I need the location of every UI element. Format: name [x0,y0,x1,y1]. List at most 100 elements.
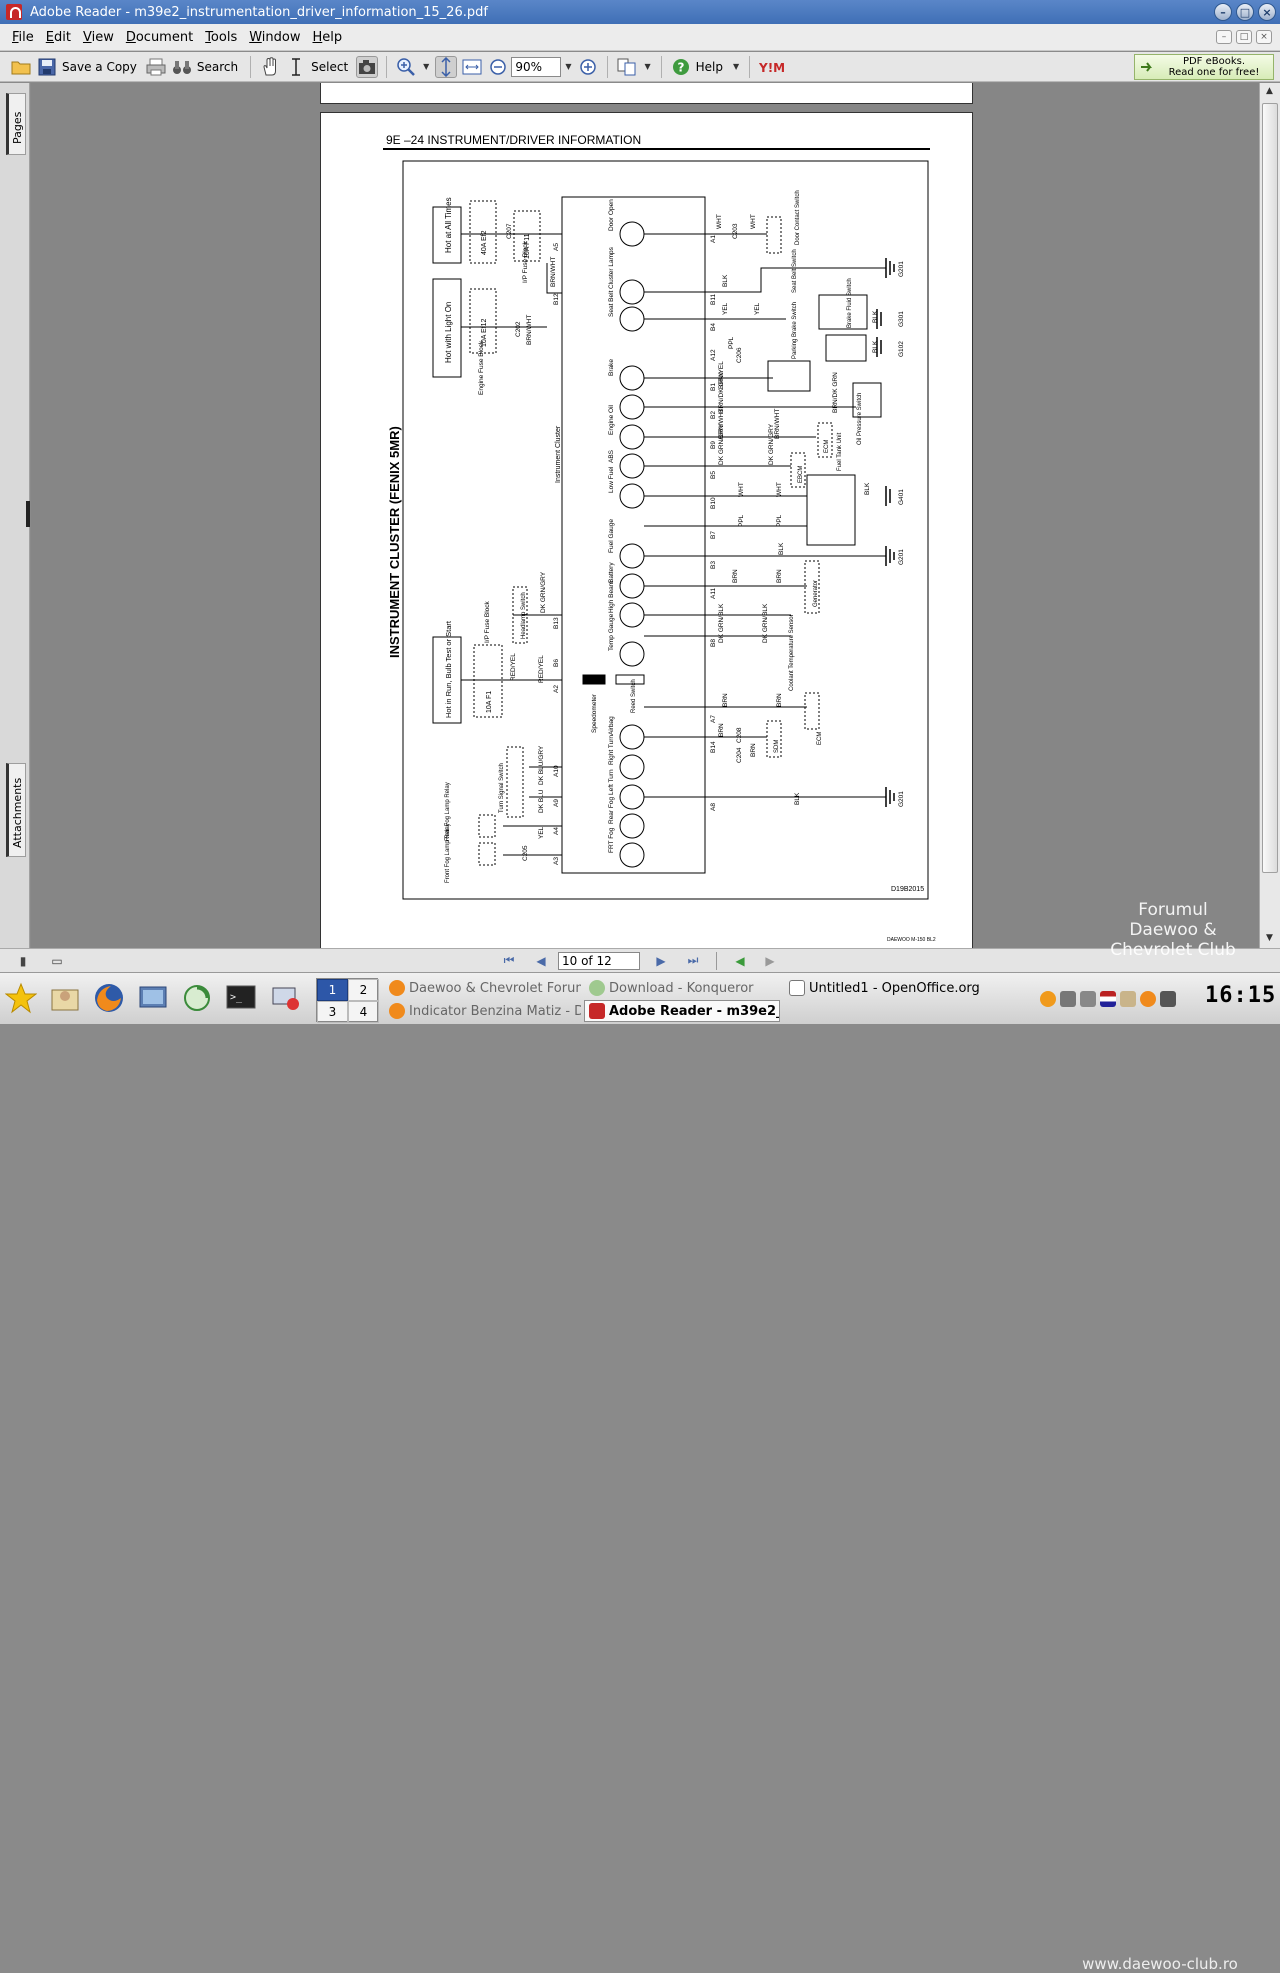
system-settings-icon[interactable] [134,979,172,1017]
doc-minimize-button[interactable]: – [1216,30,1232,44]
window-titlebar[interactable]: Adobe Reader - m39e2_instrumentation_dri… [0,0,1280,24]
select-tool-button[interactable]: Select [311,60,348,74]
scroll-up-arrow-icon[interactable]: ▲ [1260,83,1279,99]
menu-tools[interactable]: Tools [199,30,243,45]
wire-brn-wht-3: BRN/WHT [526,315,533,345]
next-page-icon[interactable]: ▶ [650,952,672,970]
snapshot-camera-icon[interactable] [356,55,379,78]
zoom-level-dropdown-icon[interactable]: ▼ [565,62,571,71]
first-page-icon[interactable]: ⏮ [498,952,520,970]
zoom-out-icon[interactable] [487,56,509,78]
fit-page-icon[interactable] [461,56,483,78]
clipboard-tray-icon[interactable] [1120,991,1136,1007]
toolbar-separator [250,55,252,78]
desktop-4[interactable]: 4 [348,1001,379,1023]
forum-watermark: Forumul Daewoo & Chevrolet Club [1098,900,1248,960]
search-button[interactable]: Search [197,60,238,74]
desktop-2[interactable]: 2 [348,979,379,1001]
keyboard-layout-flag-icon[interactable] [1100,991,1116,1007]
vertical-scrollbar[interactable]: ▲ ▼ [1259,83,1280,948]
previous-page-icon[interactable]: ◀ [530,952,552,970]
open-folder-icon[interactable] [10,56,32,78]
current-page: 9E –24 INSTRUMENT/DRIVER INFORMATION D19… [320,112,973,948]
taskbar-clock[interactable]: 16:15 [1205,983,1276,1008]
text-select-icon[interactable] [285,56,307,78]
task-openoffice[interactable]: Untitled1 - OpenOffice.org W [784,977,984,999]
zoom-in-plus-icon[interactable] [577,56,599,78]
document-viewport[interactable]: 9E –24 INSTRUMENT/DRIVER INFORMATION D19… [31,83,1259,948]
ground-g102: G102 [898,341,905,357]
volume-tray-icon[interactable] [1160,991,1176,1007]
save-icon[interactable] [36,56,58,78]
document-window-controls: – □ × [1216,30,1272,44]
firefox-icon[interactable] [90,979,128,1017]
doc-close-button[interactable]: × [1256,30,1272,44]
page-layout-dropdown-icon[interactable]: ▼ [644,62,650,71]
scroll-down-arrow-icon[interactable]: ▼ [1260,930,1279,946]
task-konqueror-download[interactable]: Download - Konqueror [584,977,780,999]
firefox-tray-icon[interactable] [1140,991,1156,1007]
go-forward-icon[interactable]: ▶ [759,952,781,970]
pin-b1: B1 [710,383,717,391]
watermark-line-2: Daewoo & [1129,920,1217,940]
kde-star-icon[interactable] [2,979,40,1017]
remote-desktop-icon[interactable] [266,979,304,1017]
task-label: Indicator Benzina Matiz - D [409,1003,582,1019]
connector-c205: C205 [522,845,529,861]
panel-toggle-icon[interactable]: ▮ [12,952,34,970]
menu-document[interactable]: Document [120,30,199,45]
network-tray-icon[interactable] [1080,991,1096,1007]
scrollbar-thumb[interactable] [1262,103,1278,873]
desktop-1[interactable]: 1 [317,979,348,1001]
pin-b2: B2 [710,411,717,419]
help-dropdown-icon[interactable]: ▼ [733,62,739,71]
lamp-low-fuel: Low Fuel [608,466,615,493]
zoom-level-input[interactable]: 90% [511,56,562,77]
fit-width-icon[interactable] [435,55,458,78]
help-icon[interactable]: ? [670,56,692,78]
desktop-3[interactable]: 3 [317,1001,348,1023]
menu-help[interactable]: Help [307,30,349,45]
print-icon[interactable] [145,56,167,78]
toolbar-separator [749,55,751,78]
save-copy-button[interactable]: Save a Copy [62,60,137,74]
menu-view[interactable]: View [77,30,120,45]
page-layout-icon[interactable] [616,56,638,78]
panel-resize-handle[interactable] [26,501,30,527]
page-number-input[interactable]: 10 of 12 [558,951,640,970]
tools-tray-icon[interactable] [1060,991,1076,1007]
task-adobe-reader[interactable]: Adobe Reader - m39e2_ [584,1000,780,1022]
pin-b8: B8 [710,639,717,647]
yahoo-toolbar-icon[interactable]: Y!M [758,56,792,78]
menu-window[interactable]: Window [243,30,306,45]
maximize-button[interactable]: □ [1236,3,1254,21]
help-tray-icon[interactable] [1040,991,1056,1007]
go-back-icon[interactable]: ◀ [729,952,751,970]
konqueror-icon[interactable] [178,979,216,1017]
task-daewoo-forum[interactable]: Daewoo & Chevrolet Forum [384,977,582,999]
home-folder-icon[interactable] [46,979,84,1017]
wire-yel-3: YEL [538,826,545,839]
lamp-frt-fog: FRT Fog [608,827,615,853]
pin-a5: A5 [553,243,560,251]
attachments-tab[interactable]: Attachments [6,763,26,857]
binoculars-icon[interactable] [171,56,193,78]
zoom-tool-dropdown-icon[interactable]: ▼ [423,62,429,71]
wire-yel-2: YEL [754,302,761,315]
zoom-in-icon[interactable] [395,56,417,78]
pages-tab[interactable]: Pages [6,93,26,155]
help-button[interactable]: Help [696,60,723,74]
pin-a2: A2 [553,685,560,693]
minimize-button[interactable]: – [1214,3,1232,21]
page-size-icon[interactable]: ▭ [46,952,68,970]
doc-restore-button[interactable]: □ [1236,30,1252,44]
task-indicator-benzina[interactable]: Indicator Benzina Matiz - D [384,1000,582,1022]
menu-edit[interactable]: Edit [40,30,77,45]
close-button[interactable]: × [1258,3,1276,21]
hand-tool-icon[interactable] [259,56,281,78]
terminal-icon[interactable]: >_ [222,979,260,1017]
pdf-ebooks-banner[interactable]: PDF eBooks. Read one for free! [1134,53,1274,80]
last-page-icon[interactable]: ⏭ [682,952,704,970]
svg-text:Y!M: Y!M [759,61,785,74]
menu-file[interactable]: File [6,30,40,45]
